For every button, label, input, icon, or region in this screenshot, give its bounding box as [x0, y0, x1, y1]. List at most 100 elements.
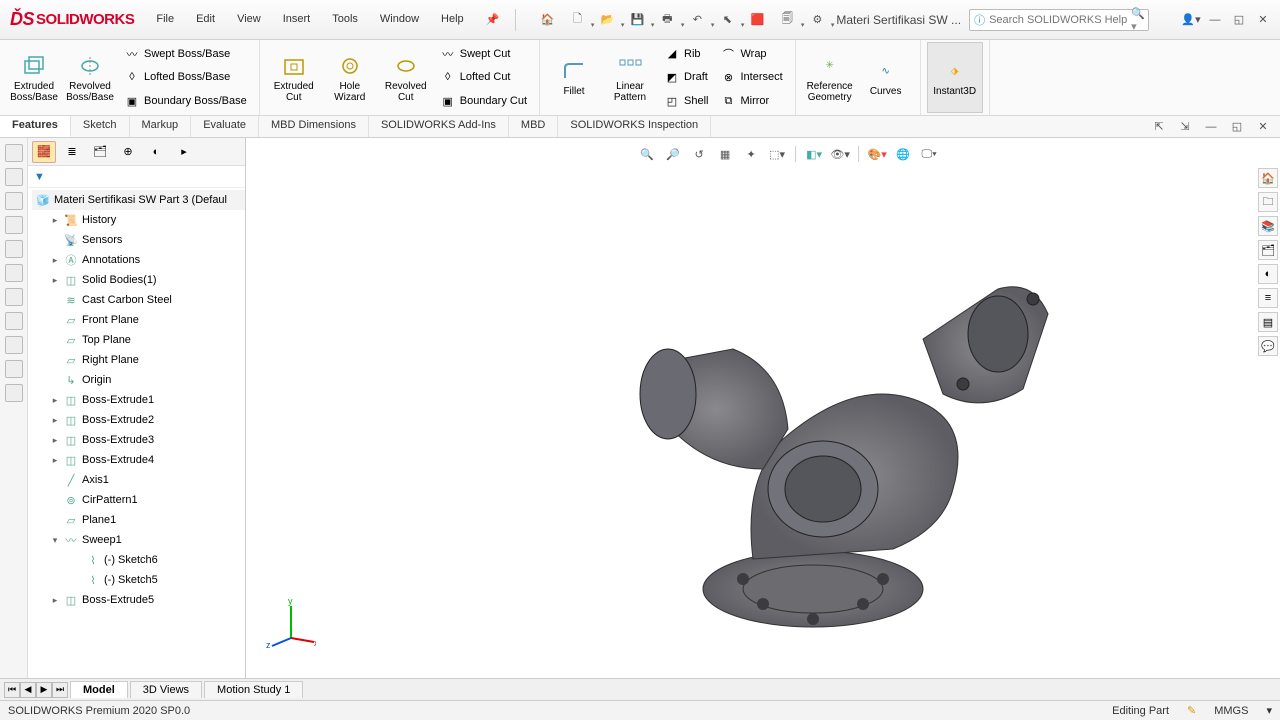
tree-item[interactable]: ⌇(-) Sketch6: [32, 550, 245, 570]
menu-tools[interactable]: Tools: [322, 9, 368, 30]
hole-wizard-button[interactable]: Hole Wizard: [322, 42, 378, 113]
tab-mbd-dimensions[interactable]: MBD Dimensions: [259, 116, 369, 137]
tree-item[interactable]: ▸📜History: [32, 210, 245, 230]
expand-icon[interactable]: ▸: [50, 595, 60, 606]
menu-window[interactable]: Window: [370, 9, 429, 30]
tab-motion-study[interactable]: Motion Study 1: [204, 681, 303, 698]
tree-item[interactable]: ↳Origin: [32, 370, 245, 390]
expand-icon[interactable]: ▸: [50, 415, 60, 426]
task-icon[interactable]: [5, 216, 23, 234]
tab-sketch[interactable]: Sketch: [71, 116, 130, 137]
section-view-icon[interactable]: ▦: [715, 144, 735, 164]
task-icon[interactable]: [5, 288, 23, 306]
tree-item[interactable]: ▸◫Boss-Extrude2: [32, 410, 245, 430]
mirror-button[interactable]: ⧉Mirror: [716, 90, 786, 112]
filter-bar[interactable]: ▼: [28, 166, 245, 188]
zoom-area-icon[interactable]: 🔎: [663, 144, 683, 164]
file-props-icon[interactable]: 🗐: [776, 9, 798, 31]
expand-icon[interactable]: ▸: [50, 215, 60, 226]
doc-max-icon[interactable]: ◱: [1226, 116, 1248, 138]
orientation-triad[interactable]: y x z: [266, 598, 316, 648]
extruded-boss-button[interactable]: Extruded Boss/Base: [6, 42, 62, 113]
home-icon[interactable]: 🏠: [536, 9, 558, 31]
user-icon[interactable]: 👤▾: [1180, 9, 1202, 31]
task-icon[interactable]: [5, 144, 23, 162]
rebuild-icon[interactable]: 🟥: [746, 9, 768, 31]
tree-item[interactable]: ▸◫Boss-Extrude4: [32, 450, 245, 470]
task-icon[interactable]: [5, 264, 23, 282]
open-icon[interactable]: 📂: [596, 9, 618, 31]
display-tab-icon[interactable]: ◐: [144, 141, 168, 163]
doc-close-icon[interactable]: ✕: [1252, 116, 1274, 138]
revolved-cut-button[interactable]: Revolved Cut: [378, 42, 434, 113]
select-icon[interactable]: ⬉: [716, 9, 738, 31]
appearance-icon[interactable]: 🎨▾: [867, 144, 887, 164]
expand-icon[interactable]: ▸: [50, 435, 60, 446]
task-icon[interactable]: [5, 312, 23, 330]
collapse-icon[interactable]: ⇱: [1148, 116, 1170, 138]
maximize-icon[interactable]: ◱: [1228, 9, 1250, 31]
graphics-viewport[interactable]: 🔍 🔎 ↺ ▦ ✦ ⬚▾ ◧▾ 👁▾ 🎨▾ 🌐 🖵▾ 🏠 🗀 📚 🗂 ◐ ≡ ▤…: [246, 138, 1280, 678]
close-icon[interactable]: ✕: [1252, 9, 1274, 31]
reference-geometry-button[interactable]: ✳Reference Geometry: [802, 42, 858, 113]
extruded-cut-button[interactable]: Extruded Cut: [266, 42, 322, 113]
tree-item[interactable]: 📡Sensors: [32, 230, 245, 250]
tree-item[interactable]: ≋Cast Carbon Steel: [32, 290, 245, 310]
tree-item[interactable]: ▱Top Plane: [32, 330, 245, 350]
expand-icon[interactable]: ▸: [50, 255, 60, 266]
design-lib-icon[interactable]: 📚: [1258, 216, 1278, 236]
draft-button[interactable]: ◩Draft: [660, 66, 712, 88]
lofted-boss-button[interactable]: ◊Lofted Boss/Base: [120, 66, 251, 88]
expand-icon[interactable]: ▸: [50, 275, 60, 286]
forum-icon[interactable]: 💬: [1258, 336, 1278, 356]
file-explorer-icon[interactable]: 🗂: [1258, 240, 1278, 260]
tab-evaluate[interactable]: Evaluate: [191, 116, 259, 137]
tab-mbd[interactable]: MBD: [509, 116, 558, 137]
tab-addins[interactable]: SOLIDWORKS Add-Ins: [369, 116, 509, 137]
tree-item[interactable]: ▾〰Sweep1: [32, 530, 245, 550]
expand-icon[interactable]: ⇲: [1174, 116, 1196, 138]
dimxpert-tab-icon[interactable]: ⊕: [116, 141, 140, 163]
tree-item[interactable]: ▸◫Boss-Extrude1: [32, 390, 245, 410]
save-icon[interactable]: 💾: [626, 9, 648, 31]
tree-item[interactable]: ▸◫Boss-Extrude3: [32, 430, 245, 450]
swept-boss-button[interactable]: 〰Swept Boss/Base: [120, 43, 251, 65]
wrap-button[interactable]: ⌒Wrap: [716, 43, 786, 65]
tab-3dviews[interactable]: 3D Views: [130, 681, 202, 698]
revolved-boss-button[interactable]: Revolved Boss/Base: [62, 42, 118, 113]
feature-tree-tab-icon[interactable]: 🧱: [32, 141, 56, 163]
config-tab-icon[interactable]: 🗂: [88, 141, 112, 163]
tree-item[interactable]: ▱Right Plane: [32, 350, 245, 370]
tab-features[interactable]: Features: [0, 116, 71, 137]
status-rebuild-icon[interactable]: ✎: [1187, 704, 1196, 717]
tab-markup[interactable]: Markup: [130, 116, 192, 137]
task-icon[interactable]: [5, 240, 23, 258]
swept-cut-button[interactable]: 〰Swept Cut: [436, 43, 531, 65]
scene-icon[interactable]: 🌐: [893, 144, 913, 164]
tree-item[interactable]: ▸ⒶAnnotations: [32, 250, 245, 270]
expand-icon[interactable]: ▸: [50, 395, 60, 406]
last-tab-btn[interactable]: ⏭: [52, 682, 68, 698]
first-tab-btn[interactable]: ⏮: [4, 682, 20, 698]
undo-icon[interactable]: ↶: [686, 9, 708, 31]
boundary-boss-button[interactable]: ▣Boundary Boss/Base: [120, 90, 251, 112]
fillet-button[interactable]: Fillet: [546, 42, 602, 113]
display-style-icon[interactable]: ◧▾: [804, 144, 824, 164]
zoom-fit-icon[interactable]: 🔍: [637, 144, 657, 164]
custom-props-icon[interactable]: ▤: [1258, 312, 1278, 332]
expand-icon[interactable]: ▸: [50, 455, 60, 466]
doc-min-icon[interactable]: —: [1200, 116, 1222, 138]
rib-button[interactable]: ◢Rib: [660, 43, 712, 65]
dynamic-icon[interactable]: ✦: [741, 144, 761, 164]
expand-icon[interactable]: ▾: [50, 535, 60, 546]
linear-pattern-button[interactable]: Linear Pattern: [602, 42, 658, 113]
tree-item[interactable]: ⌇(-) Sketch5: [32, 570, 245, 590]
tree-root[interactable]: 🧊 Materi Sertifikasi SW Part 3 (Defaul: [32, 190, 245, 210]
minimize-icon[interactable]: —: [1204, 9, 1226, 31]
tree-item[interactable]: ▸◫Boss-Extrude5: [32, 590, 245, 610]
options-icon[interactable]: ⚙: [806, 9, 828, 31]
new-doc-icon[interactable]: 🗋: [566, 9, 588, 31]
menu-pin[interactable]: 📌: [476, 9, 510, 30]
view-orient-icon[interactable]: ⬚▾: [767, 144, 787, 164]
tree-item[interactable]: ▱Plane1: [32, 510, 245, 530]
